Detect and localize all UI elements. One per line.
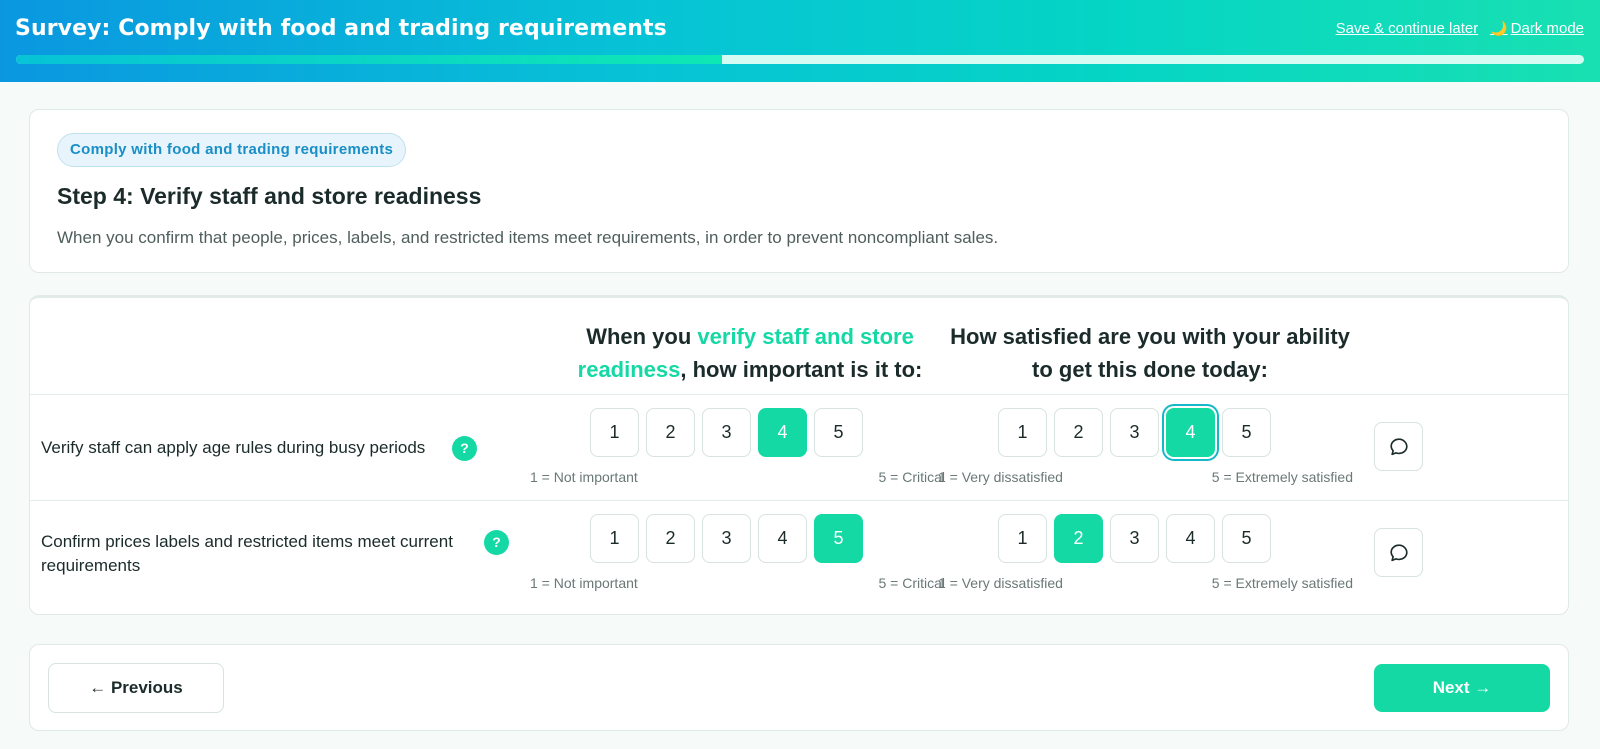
row-divider — [30, 394, 1568, 395]
rating-matrix: When you verify staff and store readines… — [29, 295, 1569, 615]
row-divider — [30, 500, 1568, 501]
navigation-card: ← Previous Next → — [29, 644, 1569, 731]
row-label-prices-labels: Confirm prices labels and restricted ite… — [41, 532, 453, 575]
satisfaction-max-hint: 5 = Extremely satisfied — [1211, 575, 1353, 591]
importance-option-4[interactable]: 4 — [758, 514, 807, 563]
step-intro-card: Comply with food and trading requirement… — [29, 109, 1569, 273]
importance-option-3[interactable]: 3 — [702, 514, 751, 563]
next-button[interactable]: Next → — [1374, 664, 1550, 712]
importance-heading-post: , how important is it to: — [680, 357, 923, 382]
importance-option-2[interactable]: 2 — [646, 514, 695, 563]
satisfaction-min-hint: 1 = Very dissatisfied — [938, 469, 1063, 485]
importance-option-5[interactable]: 5 — [814, 408, 863, 457]
previous-button[interactable]: ← Previous — [48, 663, 224, 713]
satisfaction-scale: 12345 — [998, 408, 1271, 457]
importance-option-5[interactable]: 5 — [814, 514, 863, 563]
comment-button[interactable] — [1374, 528, 1423, 577]
satisfaction-option-3[interactable]: 3 — [1110, 514, 1159, 563]
importance-option-2[interactable]: 2 — [646, 408, 695, 457]
importance-min-hint: 1 = Not important — [530, 575, 638, 591]
help-icon[interactable]: ? — [484, 530, 509, 555]
job-pill: Comply with food and trading requirement… — [57, 133, 407, 167]
importance-column-heading: When you verify staff and store readines… — [530, 320, 970, 386]
satisfaction-option-5[interactable]: 5 — [1222, 514, 1271, 563]
help-icon[interactable]: ? — [452, 436, 477, 461]
importance-max-hint: 5 = Critical — [878, 575, 945, 591]
step-title: Step 4: Verify staff and store readiness — [57, 183, 482, 209]
importance-option-3[interactable]: 3 — [702, 408, 751, 457]
comment-button[interactable] — [1374, 422, 1423, 471]
speech-bubble-icon — [1389, 437, 1408, 455]
dark-mode-label: Dark mode — [1510, 20, 1584, 37]
importance-max-hint: 5 = Critical — [878, 469, 945, 485]
satisfaction-option-4[interactable]: 4 — [1166, 514, 1215, 563]
satisfaction-option-1[interactable]: 1 — [998, 514, 1047, 563]
save-continue-link[interactable]: Save & continue later — [1336, 20, 1479, 37]
satisfaction-option-4[interactable]: 4 — [1166, 408, 1215, 457]
progress-bar — [16, 55, 1584, 64]
satisfaction-scale: 12345 — [998, 514, 1271, 563]
satisfaction-option-2[interactable]: 2 — [1054, 408, 1103, 457]
speech-bubble-icon — [1389, 543, 1408, 561]
importance-option-4[interactable]: 4 — [758, 408, 807, 457]
header-bar: Survey: Comply with food and trading req… — [0, 0, 1600, 82]
row-label-age-rules: Verify staff can apply age rules during … — [41, 438, 426, 457]
importance-scale: 12345 — [590, 408, 863, 457]
importance-option-1[interactable]: 1 — [590, 408, 639, 457]
satisfaction-option-3[interactable]: 3 — [1110, 408, 1159, 457]
importance-scale: 12345 — [590, 514, 863, 563]
dark-mode-toggle[interactable]: 🌙 Dark mode — [1490, 20, 1584, 37]
progress-fill — [16, 55, 722, 64]
importance-min-hint: 1 = Not important — [530, 469, 638, 485]
step-description: When you confirm that people, prices, la… — [57, 228, 999, 247]
satisfaction-column-heading: How satisfied are you with your ability … — [950, 324, 1350, 382]
header-links: Save & continue later 🌙 Dark mode — [1336, 20, 1584, 37]
importance-option-1[interactable]: 1 — [590, 514, 639, 563]
satisfaction-option-1[interactable]: 1 — [998, 408, 1047, 457]
satisfaction-max-hint: 5 = Extremely satisfied — [1211, 469, 1353, 485]
satisfaction-option-2[interactable]: 2 — [1054, 514, 1103, 563]
moon-icon: 🌙 — [1490, 20, 1508, 36]
importance-heading-pre: When you — [586, 324, 698, 349]
satisfaction-min-hint: 1 = Very dissatisfied — [938, 575, 1063, 591]
survey-title: Survey: Comply with food and trading req… — [15, 16, 667, 41]
satisfaction-option-5[interactable]: 5 — [1222, 408, 1271, 457]
